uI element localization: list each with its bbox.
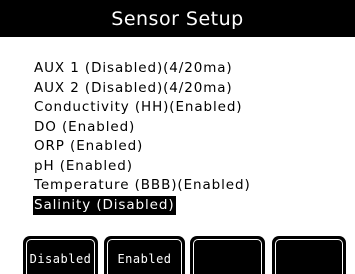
softkey-frame <box>275 239 343 274</box>
softkey-3[interactable] <box>190 236 265 274</box>
title-bar: Sensor Setup <box>0 0 355 37</box>
sensor-setup-screen: Sensor Setup AUX 1 (Disabled)(4/20ma) AU… <box>0 0 355 274</box>
softkey-label: Disabled <box>29 252 92 266</box>
menu-item-salinity[interactable]: Salinity (Disabled) <box>33 195 176 215</box>
menu-item-aux1[interactable]: AUX 1 (Disabled)(4/20ma) <box>33 59 234 79</box>
page-title: Sensor Setup <box>111 7 244 30</box>
menu-item-temperature[interactable]: Temperature (BBB)(Enabled) <box>33 176 252 196</box>
softkey-frame <box>193 239 262 274</box>
softkey-bar: Disabled Enabled <box>0 236 355 274</box>
menu-item-conductivity[interactable]: Conductivity (HH)(Enabled) <box>33 98 243 118</box>
softkey-4[interactable] <box>272 236 346 274</box>
menu-item-orp[interactable]: ORP (Enabled) <box>33 137 144 157</box>
softkey-disabled[interactable]: Disabled <box>23 236 98 274</box>
sensor-menu: AUX 1 (Disabled)(4/20ma) AUX 2 (Disabled… <box>33 57 333 215</box>
softkey-enabled[interactable]: Enabled <box>104 236 185 274</box>
softkey-label: Enabled <box>117 252 172 266</box>
